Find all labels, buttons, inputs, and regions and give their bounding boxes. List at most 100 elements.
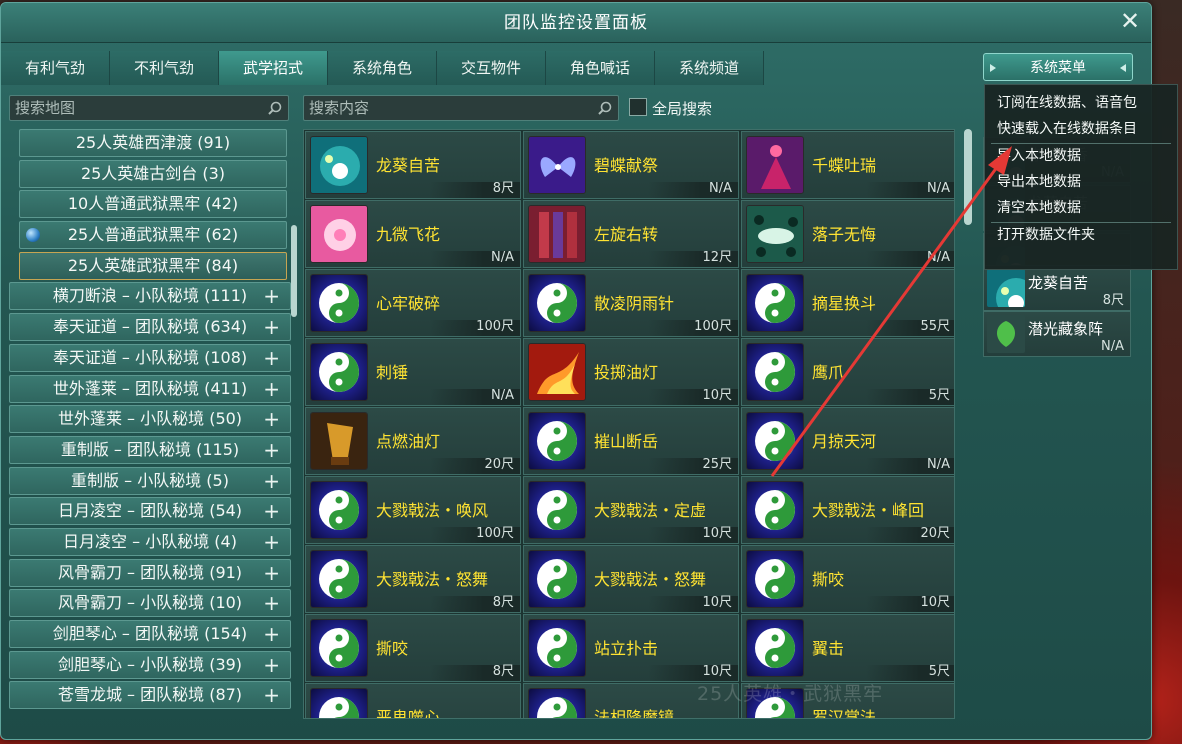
skill-entry[interactable]: 月掠天河 N/A xyxy=(741,407,954,475)
map-list-scrollbar[interactable] xyxy=(291,129,297,719)
skill-entry[interactable]: 千蝶吐瑞 N/A xyxy=(741,131,954,199)
skill-entry[interactable]: 投掷油灯 10尺 xyxy=(523,338,739,406)
expand-plus-icon[interactable]: + xyxy=(263,652,280,678)
map-list-item[interactable]: 横刀断浪 – 小队秘境 (111) + xyxy=(9,282,291,311)
tab-system-channel[interactable]: 系统频道 xyxy=(655,51,764,85)
skill-name: 法相降魔镜 xyxy=(594,708,675,719)
skill-entry[interactable]: 站立扑击 10尺 xyxy=(523,614,739,682)
skill-grid-scrollbar[interactable] xyxy=(963,129,973,719)
skill-entry[interactable]: 龙葵自苦 8尺 xyxy=(305,131,521,199)
skill-entry[interactable]: 点燃油灯 20尺 xyxy=(305,407,521,475)
map-list-item[interactable]: 日月凌空 – 小队秘境 (4) + xyxy=(9,527,291,556)
skill-range: 10尺 xyxy=(920,595,950,610)
map-list-item[interactable]: 世外蓬莱 – 团队秘境 (411) + xyxy=(9,374,291,403)
map-list-item[interactable]: 重制版 – 团队秘境 (115) + xyxy=(9,435,291,464)
expand-plus-icon[interactable]: + xyxy=(263,621,280,647)
map-list-item[interactable]: 重制版 – 小队秘境 (5) + xyxy=(9,466,291,495)
map-list-item[interactable]: 奉天证道 – 小队秘境 (108) + xyxy=(9,343,291,372)
expand-plus-icon[interactable]: + xyxy=(263,590,280,616)
map-list-item[interactable]: 剑胆琴心 – 团队秘境 (154) + xyxy=(9,620,291,648)
map-list-item-label: 横刀断浪 – 小队秘境 (111) xyxy=(52,286,248,306)
expand-plus-icon[interactable]: + xyxy=(263,560,280,586)
dancer-icon xyxy=(746,136,804,194)
skill-entry[interactable]: 刺锤 N/A xyxy=(305,338,521,406)
map-list-item[interactable]: 奉天证道 – 团队秘境 (634) + xyxy=(9,313,291,342)
flower-icon xyxy=(987,269,1025,307)
map-list-item[interactable]: 剑胆琴心 – 小队秘境 (39) + xyxy=(9,650,291,679)
skill-entry[interactable]: 碧蝶献祭 N/A xyxy=(523,131,739,199)
expand-plus-icon[interactable]: + xyxy=(263,468,280,494)
skill-range: 5尺 xyxy=(928,388,950,403)
close-button[interactable]: ✕ xyxy=(1117,9,1143,35)
skill-range: 20尺 xyxy=(484,457,514,472)
menu-item-clear-local[interactable]: 清空本地数据 xyxy=(985,196,1177,222)
map-list-item[interactable]: 风骨霸刀 – 小队秘境 (10) + xyxy=(9,589,291,618)
selected-skill-entry[interactable]: 潜光藏象阵 N/A xyxy=(983,311,1131,357)
skill-range: 10尺 xyxy=(702,664,732,679)
tab-interact-objects[interactable]: 交互物件 xyxy=(437,51,546,85)
skill-entry[interactable]: 落子无悔 N/A xyxy=(741,200,954,268)
skill-entry[interactable]: 鹰爪 5尺 xyxy=(741,338,954,406)
skill-entry[interactable]: 大戮戟法・怒舞 10尺 xyxy=(523,545,739,613)
expand-plus-icon[interactable]: + xyxy=(263,345,280,371)
map-list-item[interactable]: 25人英雄古剑台 (3) xyxy=(19,159,287,188)
tab-debuff[interactable]: 不利气劲 xyxy=(110,51,219,85)
search-icon[interactable] xyxy=(268,101,282,115)
skill-entry[interactable]: 散凌阴雨针 100尺 xyxy=(523,269,739,337)
system-menu-button[interactable]: 系统菜单 xyxy=(983,53,1133,81)
skill-entry[interactable]: 翼击 5尺 xyxy=(741,614,954,682)
expand-plus-icon[interactable]: + xyxy=(263,529,280,555)
active-bullet-icon xyxy=(26,228,40,243)
tab-skills[interactable]: 武学招式 xyxy=(219,51,328,85)
map-list-item-label: 剑胆琴心 – 团队秘境 (154) xyxy=(52,624,248,643)
selected-skill-entry[interactable]: 龙葵自苦 8尺 xyxy=(983,265,1131,311)
menu-item-subscribe-online[interactable]: 订阅在线数据、语音包 xyxy=(985,91,1177,117)
skill-entry[interactable]: 大戮戟法・唤风 100尺 xyxy=(305,476,521,544)
skill-entry[interactable]: 九微飞花 N/A xyxy=(305,200,521,268)
global-search-checkbox[interactable] xyxy=(629,98,647,116)
map-list-item-label: 25人英雄西津渡 (91) xyxy=(75,133,231,152)
selected-skill-range: 8尺 xyxy=(1102,293,1124,308)
skill-entry[interactable]: 摧山断岳 25尺 xyxy=(523,407,739,475)
content-search-input[interactable] xyxy=(304,96,618,120)
expand-plus-icon[interactable]: + xyxy=(263,406,280,432)
expand-plus-icon[interactable]: + xyxy=(263,314,280,340)
yinyang-icon xyxy=(746,481,804,539)
menu-item-open-data-folder[interactable]: 打开数据文件夹 xyxy=(985,223,1177,249)
menu-item-import-local[interactable]: 导入本地数据 xyxy=(985,144,1177,170)
search-icon[interactable] xyxy=(598,101,612,115)
map-list-item[interactable]: 25人英雄武狱黑牢 (84) xyxy=(19,251,287,280)
menu-item-export-local[interactable]: 导出本地数据 xyxy=(985,170,1177,196)
skill-entry[interactable]: 心牢破碎 100尺 xyxy=(305,269,521,337)
tab-role-shout[interactable]: 角色喊话 xyxy=(546,51,655,85)
tab-system-roles[interactable]: 系统角色 xyxy=(328,51,437,85)
skill-entry[interactable]: 恶鬼噬心 xyxy=(305,683,521,718)
skill-entry[interactable]: 左旋右转 12尺 xyxy=(523,200,739,268)
scrollbar-thumb[interactable] xyxy=(964,129,972,225)
content-search-box xyxy=(303,95,619,121)
map-list-item[interactable]: 10人普通武狱黑牢 (42) xyxy=(19,190,287,219)
skill-entry[interactable]: 撕咬 8尺 xyxy=(305,614,521,682)
skill-range: N/A xyxy=(927,457,950,472)
map-list-item[interactable]: 世外蓬莱 – 小队秘境 (50) + xyxy=(9,405,291,434)
map-list-item[interactable]: 25人普通武狱黑牢 (62) xyxy=(19,221,287,250)
menu-item-quick-load-online[interactable]: 快速载入在线数据条目 xyxy=(985,117,1177,143)
map-list-item[interactable]: 苍雪龙城 – 团队秘境 (87) + xyxy=(9,681,291,710)
skill-entry[interactable]: 大戮戟法・怒舞 8尺 xyxy=(305,545,521,613)
skill-entry[interactable]: 摘星换斗 55尺 xyxy=(741,269,954,337)
expand-plus-icon[interactable]: + xyxy=(263,283,280,309)
expand-plus-icon[interactable]: + xyxy=(263,498,280,524)
skill-name: 落子无悔 xyxy=(812,225,877,244)
map-search-input[interactable] xyxy=(10,96,288,120)
skill-entry[interactable]: 大戮戟法・定虚 10尺 xyxy=(523,476,739,544)
expand-plus-icon[interactable]: + xyxy=(263,682,280,708)
map-list-item[interactable]: 25人英雄西津渡 (91) xyxy=(19,129,287,157)
map-list-item[interactable]: 日月凌空 – 团队秘境 (54) + xyxy=(9,497,291,526)
expand-plus-icon[interactable]: + xyxy=(263,376,280,402)
scrollbar-thumb[interactable] xyxy=(291,225,297,317)
skill-entry[interactable]: 大戮戟法・峰回 20尺 xyxy=(741,476,954,544)
expand-plus-icon[interactable]: + xyxy=(263,437,280,463)
skill-entry[interactable]: 撕咬 10尺 xyxy=(741,545,954,613)
map-list-item[interactable]: 风骨霸刀 – 团队秘境 (91) + xyxy=(9,558,291,587)
tab-buff[interactable]: 有利气劲 xyxy=(1,51,110,85)
